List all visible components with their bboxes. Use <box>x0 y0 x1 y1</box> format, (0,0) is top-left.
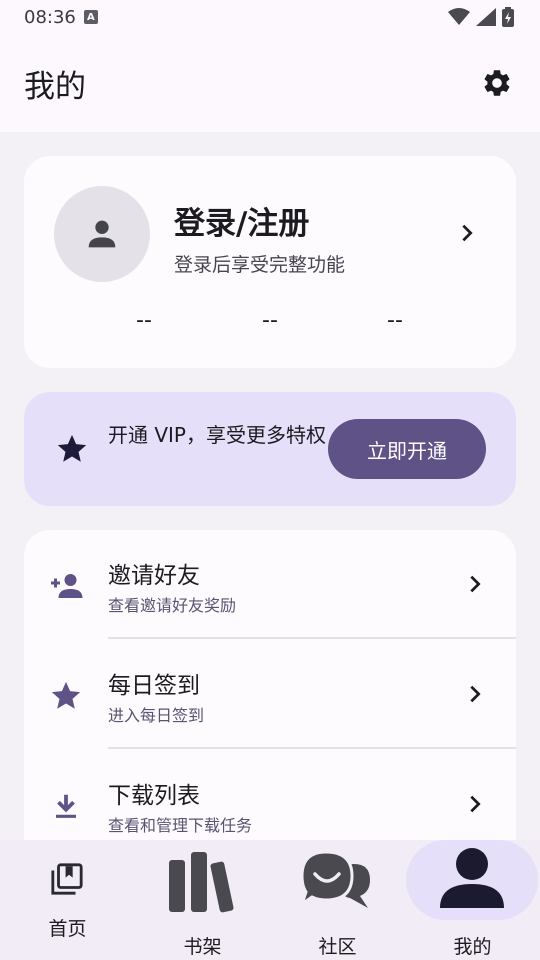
chevron-right-icon <box>470 575 481 593</box>
app-bar: 我的 <box>0 34 540 132</box>
keyboard-badge-icon: A <box>83 10 98 24</box>
download-icon <box>48 788 84 824</box>
gear-icon[interactable] <box>480 66 514 100</box>
nav-item-mine[interactable]: 我的 <box>405 840 540 960</box>
status-bar: 08:36 A <box>0 0 540 34</box>
menu-item-subtitle: 查看和管理下载任务 <box>108 816 253 835</box>
divider <box>108 747 516 749</box>
chat-bubbles-icon <box>299 850 370 908</box>
menu-list: 邀请好友 查看邀请好友奖励 每日签到 进入每日签到 下载列表 查看和管理下载任务 <box>24 530 516 860</box>
avatar <box>54 186 150 282</box>
menu-item-title: 每日签到 <box>108 673 200 699</box>
bookshelf-icon <box>169 852 234 913</box>
signal-icon <box>476 8 496 26</box>
battery-icon <box>502 7 514 27</box>
menu-item-title: 下载列表 <box>108 783 200 809</box>
status-time-group: 08:36 A <box>24 7 98 28</box>
menu-item-subtitle: 查看邀请好友奖励 <box>108 596 237 615</box>
system-icons <box>448 7 514 27</box>
stat-value: -- <box>136 308 152 333</box>
person-icon <box>88 220 116 248</box>
nav-item-bookshelf[interactable]: 书架 <box>135 840 270 960</box>
menu-item-invite-friends[interactable]: 邀请好友 查看邀请好友奖励 <box>24 530 516 640</box>
vip-banner: 开通 VIP，享受更多特权 立即开通 <box>24 392 516 506</box>
page-title: 我的 <box>24 68 86 105</box>
menu-item-daily-checkin[interactable]: 每日签到 进入每日签到 <box>24 640 516 750</box>
vip-promo-text: 开通 VIP，享受更多特权 <box>108 423 326 447</box>
chevron-right-icon <box>470 795 481 813</box>
profile-stats: -- -- -- <box>24 308 516 338</box>
profile-card[interactable]: 登录/注册 登录后享受完整功能 -- -- -- <box>24 156 516 368</box>
chevron-right-icon <box>462 224 473 242</box>
library-icon <box>51 863 83 895</box>
divider <box>108 637 516 639</box>
login-register-title: 登录/注册 <box>174 206 310 242</box>
nav-item-community[interactable]: 社区 <box>270 840 405 960</box>
activate-vip-button[interactable]: 立即开通 <box>328 419 486 479</box>
star-icon <box>48 678 84 714</box>
nav-label: 书架 <box>183 936 222 958</box>
person-icon <box>440 848 504 908</box>
menu-item-subtitle: 进入每日签到 <box>108 706 205 725</box>
nav-label: 首页 <box>48 918 87 940</box>
menu-item-title: 邀请好友 <box>108 563 200 589</box>
nav-label: 社区 <box>318 936 357 958</box>
wifi-icon <box>448 8 470 25</box>
star-icon <box>57 434 87 462</box>
status-time: 08:36 <box>24 6 76 28</box>
stat-value: -- <box>262 308 278 333</box>
person-add-icon <box>48 568 84 604</box>
bottom-navigation: 首页 书架 社区 我的 <box>0 840 540 960</box>
nav-label: 我的 <box>453 936 492 958</box>
login-subtitle: 登录后享受完整功能 <box>174 254 346 276</box>
stat-value: -- <box>387 308 403 333</box>
chevron-right-icon <box>470 685 481 703</box>
nav-item-home[interactable]: 首页 <box>0 840 135 960</box>
